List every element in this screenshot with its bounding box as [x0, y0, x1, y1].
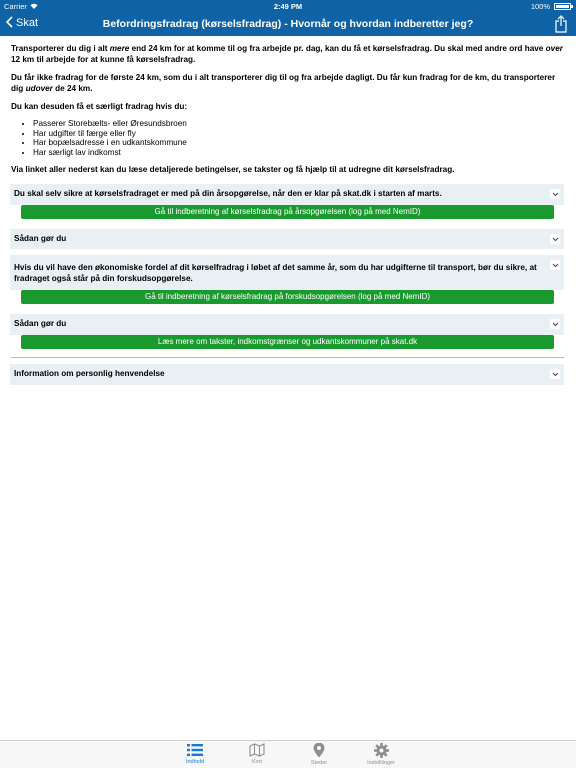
list-item: Har bopælsadresse i en udkantskommune [33, 138, 564, 148]
arsopgorelse-report-button[interactable]: Gå til indberetning af kørselsfradrag på… [21, 204, 554, 219]
status-bar: Carrier 2:49 PM 100% [0, 0, 576, 12]
chevron-down-icon[interactable] [550, 188, 560, 199]
tab-label: Steder [310, 760, 328, 766]
tab-bar: Indhold Kort Steder Indstillinger [0, 740, 576, 768]
back-button[interactable]: Skat [5, 16, 39, 29]
chevron-down-icon[interactable] [550, 368, 560, 379]
special-deduction-list: Passerer Storebælts- eller Øresundsbroen… [11, 119, 564, 157]
accordion-header[interactable]: Sådan gør du [10, 314, 564, 335]
share-icon[interactable] [554, 15, 568, 33]
battery-percent: 100% [530, 2, 550, 11]
forskudsopgorelse-report-button[interactable]: Gå til indberetning af kørselsfradrag på… [21, 290, 554, 305]
accordion-section-forskudsopgorelse: Hvis du vil have den økonomiske fordel a… [10, 255, 564, 291]
chevron-down-icon[interactable] [550, 233, 560, 244]
chevron-down-icon[interactable] [550, 260, 560, 271]
map-icon [249, 743, 265, 757]
battery-icon [554, 3, 573, 10]
tab-label: Indstillinger [367, 760, 395, 766]
list-item: Passerer Storebælts- eller Øresundsbroen [33, 119, 564, 129]
accordion-section-sadan-gor-du-2: Sådan gør du [10, 314, 564, 335]
gear-icon [373, 743, 389, 758]
page-title: Befordringsfradrag (kørselsfradrag) - Hv… [102, 18, 474, 30]
location-pin-icon [313, 743, 325, 758]
accordion-header[interactable]: Information om personlig henvendelse [10, 364, 564, 385]
list-item: Har udgifter til færge eller fly [33, 129, 564, 139]
accordion-header[interactable]: Hvis du vil have den økonomiske fordel a… [10, 255, 564, 290]
tab-label: Kort [251, 759, 263, 765]
list-item: Har særligt lav indkomst [33, 148, 564, 158]
intro-paragraph-1: Transporterer du dig i alt mere end 24 k… [11, 44, 563, 64]
main-content: Transporterer du dig i alt mere end 24 k… [10, 44, 564, 385]
accordion-section-sadan-gor-du-1: Sådan gør du [10, 228, 564, 250]
tab-indhold[interactable]: Indhold [165, 743, 225, 765]
accordion-header[interactable]: Sådan gør du [10, 229, 564, 250]
status-time: 2:49 PM [273, 2, 303, 11]
divider [11, 356, 564, 358]
intro-paragraph-4: Via linket aller nederst kan du læse det… [11, 165, 455, 175]
read-more-skat-button[interactable]: Læs mere om takster, indkomstgrænser og … [21, 334, 554, 349]
list-icon [187, 744, 203, 756]
tab-steder[interactable]: Steder [289, 743, 349, 766]
intro-paragraph-3: Du kan desuden få et særligt fradrag hvi… [11, 102, 188, 112]
chevron-left-icon [5, 16, 13, 29]
tab-kort[interactable]: Kort [227, 743, 287, 765]
navigation-bar: Skat Befordringsfradrag (kørselsfradrag)… [0, 12, 576, 36]
chevron-down-icon[interactable] [550, 319, 560, 330]
accordion-section-arsopgorelse: Du skal selv sikre at kørselsfradraget e… [10, 183, 564, 205]
tab-indstillinger[interactable]: Indstillinger [351, 743, 411, 766]
accordion-section-personlig-henvendelse: Information om personlig henvendelse [10, 363, 564, 385]
accordion-header[interactable]: Du skal selv sikre at kørselsfradraget e… [10, 184, 564, 205]
intro-paragraph-2: Du får ikke fradrag for de første 24 km,… [11, 73, 556, 93]
back-button-label: Skat [16, 16, 39, 29]
tab-label: Indhold [185, 759, 205, 765]
